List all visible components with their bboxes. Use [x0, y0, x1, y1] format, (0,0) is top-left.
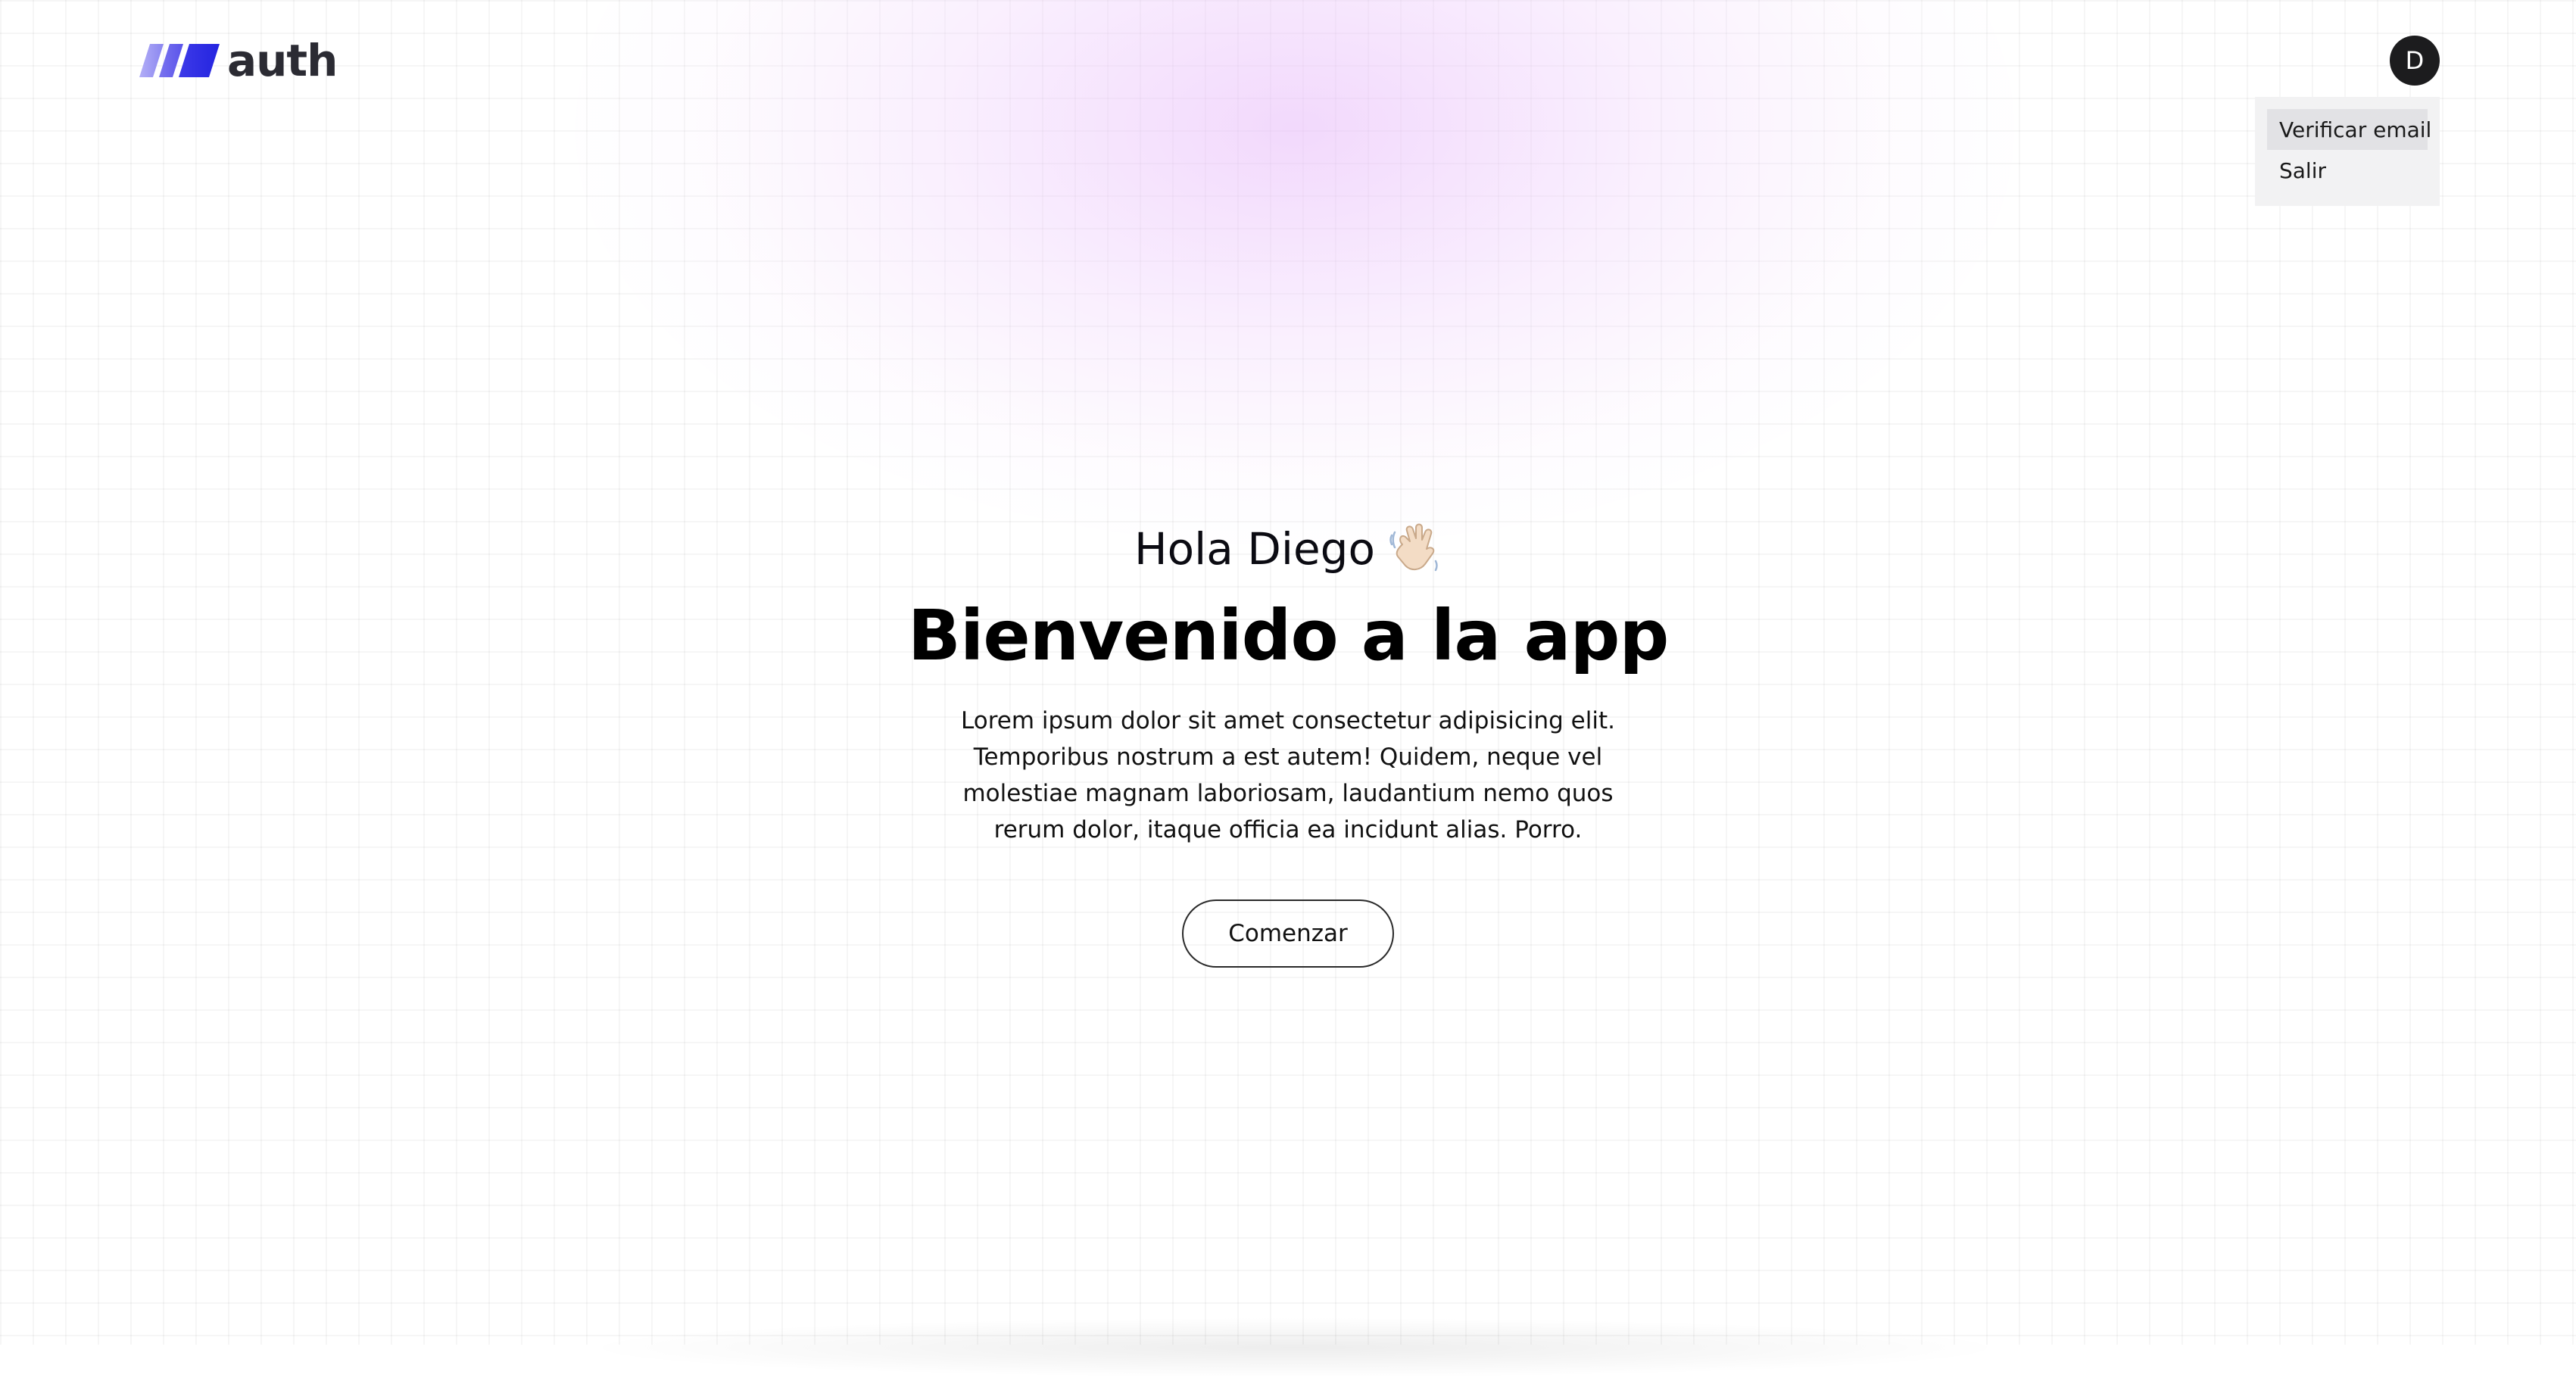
hero-description: Lorem ipsum dolor sit amet consectetur a… — [961, 707, 1615, 843]
greeting-text: Hola Diego — [1134, 523, 1375, 575]
logo-stripes-icon — [139, 44, 220, 77]
logo-text: auth — [227, 35, 338, 86]
hero-section: Hola Diego Bienvenido a la app Lorem ips… — [834, 515, 1742, 968]
waving-hand-icon — [1389, 523, 1438, 572]
bottom-shadow — [575, 1317, 2014, 1378]
menu-item-logout[interactable]: Salir — [2267, 150, 2428, 191]
user-dropdown-menu: Verificar email Salir — [2255, 97, 2440, 206]
logo-link[interactable]: auth — [139, 35, 338, 86]
get-started-button[interactable]: Comenzar — [1182, 899, 1394, 968]
user-avatar-button[interactable]: D — [2390, 36, 2440, 86]
greeting: Hola Diego — [1134, 515, 1442, 583]
menu-item-verify-email[interactable]: Verificar email — [2267, 109, 2431, 150]
page-title: Bienvenido a la app — [907, 595, 1670, 676]
